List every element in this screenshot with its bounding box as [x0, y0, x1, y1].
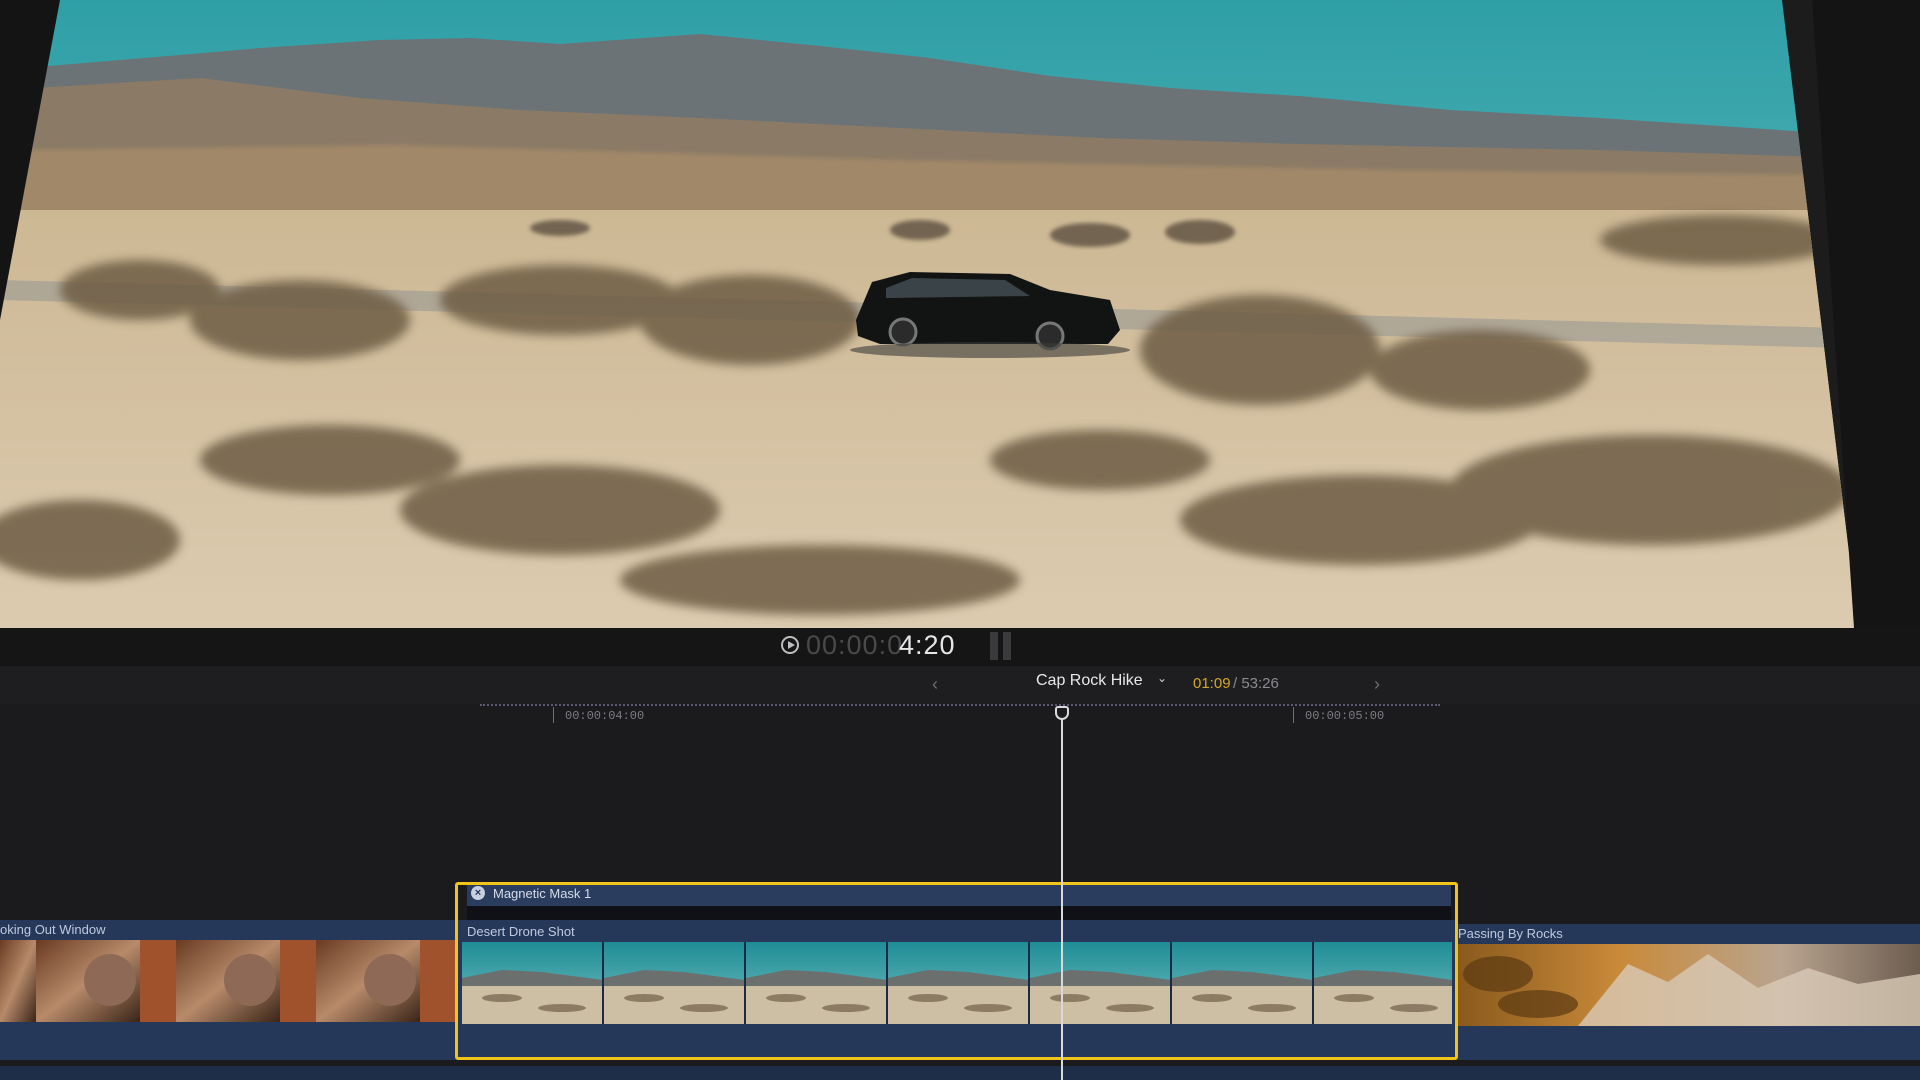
ruler-tick	[1293, 707, 1294, 723]
audio-meter-left	[990, 632, 998, 660]
clip-filmstrip	[0, 940, 458, 1022]
ruler-tick	[553, 707, 554, 723]
timecode-leading: 00:00:0	[806, 630, 904, 660]
magnetic-mask-label: Magnetic Mask 1	[493, 886, 592, 901]
ruler-label-4s: 00:00:04:00	[565, 709, 645, 723]
clip-label: oking Out Window	[0, 922, 106, 937]
clip-looking-out-window[interactable]: oking Out Window	[0, 920, 458, 1060]
audio-meter-right	[1003, 632, 1011, 660]
clip-label: Passing By Rocks	[1458, 926, 1563, 941]
clip-label: Desert Drone Shot	[467, 924, 575, 939]
clip-passing-by-rocks[interactable]: Passing By Rocks	[1458, 924, 1920, 1060]
project-name[interactable]: Cap Rock Hike	[1036, 672, 1143, 690]
chevron-down-icon[interactable]: ⌄	[1157, 671, 1167, 685]
video-preview[interactable]	[0, 0, 1858, 628]
clip-filmstrip	[1458, 944, 1920, 1026]
play-icon[interactable]	[781, 636, 799, 654]
timeline-ruler[interactable]	[480, 704, 1440, 706]
timecode-bar	[0, 628, 1920, 666]
playhead-icon[interactable]	[1055, 706, 1069, 720]
clip-filmstrip	[462, 942, 1452, 1024]
project-current-time: 01:09	[1193, 675, 1231, 692]
mask-gap	[467, 906, 1451, 920]
project-bar	[0, 666, 1920, 705]
ruler-label-5s: 00:00:05:00	[1305, 709, 1385, 723]
timecode-current[interactable]: 4:20	[899, 630, 956, 661]
magnetic-mask-bar[interactable]	[467, 884, 1451, 906]
project-duration: / 53:26	[1233, 675, 1279, 692]
playhead-line[interactable]	[1061, 712, 1063, 1080]
close-icon[interactable]: ×	[471, 886, 485, 900]
chevron-right-icon[interactable]: ›	[1374, 674, 1380, 695]
chevron-left-icon[interactable]: ‹	[932, 674, 938, 695]
connected-clip-strip[interactable]	[0, 1066, 1920, 1080]
clip-desert-drone-shot[interactable]: Desert Drone Shot	[458, 920, 1458, 1060]
